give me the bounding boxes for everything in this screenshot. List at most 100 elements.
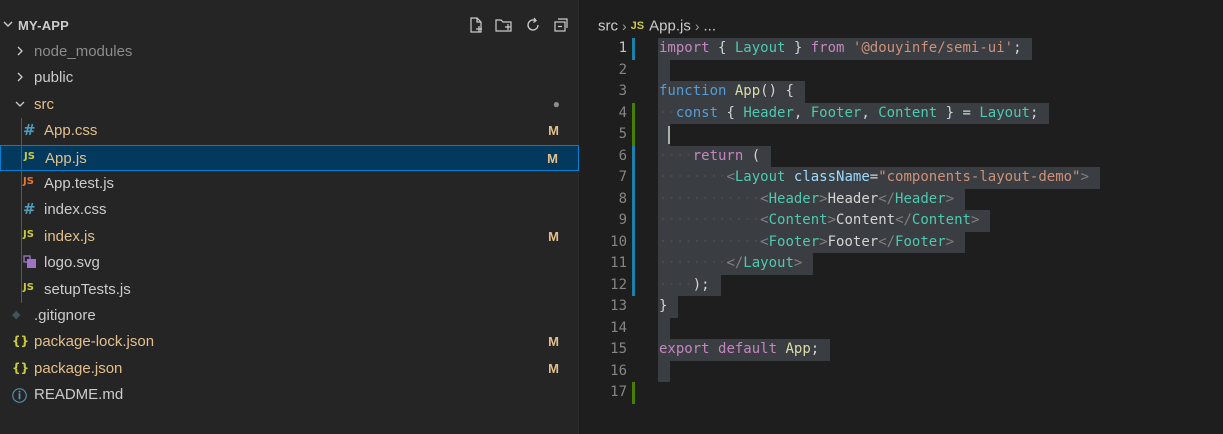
new-file-icon[interactable]: [466, 14, 486, 36]
code-token: ············: [659, 190, 761, 207]
breadcrumb: src › JS App.js ›...: [598, 17, 716, 37]
code-line[interactable]: 11 ········</Layout>: [580, 253, 1223, 275]
code-token: Layout: [979, 104, 1030, 121]
code-text: ········</Layout>: [659, 253, 802, 275]
tree-item-setuptests-js[interactable]: JS setupTests.js: [0, 277, 579, 303]
code-line[interactable]: 4 ··const { Header, Footer, Content } = L…: [580, 102, 1223, 125]
code-token: ············: [659, 233, 761, 250]
code-line[interactable]: 15 export default App;: [580, 339, 1223, 361]
code-line[interactable]: 9 ············<Content>Content</Content>: [580, 210, 1223, 232]
explorer-header[interactable]: MY-APP: [0, 12, 579, 38]
modified-line-marker[interactable]: [632, 167, 635, 189]
code-token: >: [1080, 169, 1089, 185]
code-line[interactable]: 17: [580, 382, 1223, 404]
code-token: >: [827, 212, 837, 228]
tree-item-package-json[interactable]: {} package.json M: [0, 356, 579, 382]
indent-guide: [21, 118, 22, 303]
tree-item-app-css[interactable]: # App.css M: [0, 118, 579, 144]
new-folder-icon[interactable]: [494, 14, 514, 36]
modified-line-marker[interactable]: [632, 210, 635, 232]
code-token: Footer: [895, 233, 946, 250]
chevron-right-icon[interactable]: [14, 44, 26, 58]
modified-line-marker[interactable]: [632, 38, 635, 60]
line-number: 10: [610, 233, 627, 250]
code-token: Header: [827, 190, 879, 207]
code-token: ;: [810, 341, 820, 357]
tree-item-src[interactable]: src ●: [0, 92, 579, 118]
chevron-down-icon[interactable]: [2, 18, 14, 33]
added-line-marker[interactable]: [632, 102, 635, 124]
tree-item-label: package-lock.json: [34, 333, 155, 351]
code-line[interactable]: 16: [580, 360, 1223, 382]
refresh-icon[interactable]: [523, 14, 543, 36]
code-line[interactable]: 5: [580, 124, 1223, 146]
tree-item-label: setupTests.js: [44, 280, 131, 298]
collapse-all-icon[interactable]: [551, 14, 571, 36]
modified-line-marker[interactable]: [632, 274, 635, 296]
code-token: Header: [768, 190, 820, 207]
tree-item-label: public: [34, 69, 74, 87]
code-token: App: [734, 83, 761, 99]
code-editor[interactable]: src › JS App.js ›... 1 import { Layout } from…: [580, 0, 1223, 434]
line-number: 15: [610, 341, 627, 357]
js-file-icon: JS: [23, 228, 34, 240]
code-line[interactable]: 1 import { Layout } from '@douyinfe/semi-…: [580, 38, 1223, 60]
code-token: >: [970, 212, 980, 228]
tree-item-public[interactable]: public: [0, 65, 579, 91]
code-token: </: [878, 190, 896, 207]
modified-line-marker[interactable]: [632, 188, 635, 210]
line-number: 4: [618, 104, 627, 121]
modified-line-marker[interactable]: [632, 231, 635, 253]
code-token: Footer: [827, 233, 879, 250]
tree-item-node-modules[interactable]: node_modules: [0, 39, 579, 65]
added-line-marker[interactable]: [632, 382, 635, 404]
tree-item-index-css[interactable]: # index.css: [0, 197, 579, 223]
code-token: =: [869, 169, 879, 185]
code-text: ········<Layout className="components-la…: [659, 167, 1089, 189]
tree-item-package-lock-json[interactable]: {} package-lock.json M: [0, 329, 579, 355]
modified-line-marker[interactable]: [632, 145, 635, 167]
tree-item-gitignore[interactable]: ◆ .gitignore: [0, 303, 579, 329]
code-token: <: [760, 190, 769, 207]
code-line[interactable]: 8 ············<Header>Header</Header>: [580, 188, 1223, 210]
code-line[interactable]: 3 function App() {: [580, 81, 1223, 103]
tree-item-logo-svg[interactable]: logo.svg: [0, 250, 579, 276]
added-line-marker[interactable]: [632, 124, 635, 146]
code-token: Header: [895, 190, 946, 207]
chevron-down-icon[interactable]: [14, 97, 26, 111]
line-number: 12: [610, 276, 627, 293]
code-line[interactable]: 10 ············<Footer>Footer</Footer>: [580, 231, 1223, 253]
tree-item-label: index.js: [44, 227, 95, 245]
tree-item-app-js[interactable]: JS App.js M: [0, 144, 579, 171]
code-line[interactable]: 7 ········<Layout className="components-l…: [580, 167, 1223, 189]
modified-badge: M: [547, 150, 558, 166]
code-token: App: [785, 341, 811, 357]
breadcrumb-file[interactable]: App.js: [649, 18, 691, 35]
code-text: ············<Content>Content</Content>: [659, 210, 979, 232]
js-file-icon: JS: [23, 281, 34, 293]
code-token: >: [945, 190, 955, 207]
code-line[interactable]: 14: [580, 317, 1223, 339]
css-file-icon: #: [23, 200, 36, 219]
tree-item-readme-md[interactable]: ⓘ README.md: [0, 382, 579, 408]
line-number: 2: [618, 61, 627, 78]
tree-item-index-js[interactable]: JS index.js M: [0, 224, 579, 250]
code-token: Layout: [734, 169, 786, 185]
code-line[interactable]: 12 ····);: [580, 274, 1223, 296]
code-line[interactable]: 13}: [580, 296, 1223, 318]
breadcrumb-symbols[interactable]: ...: [704, 18, 717, 35]
code-token: </: [895, 212, 912, 228]
code-line[interactable]: 2: [580, 59, 1223, 81]
breadcrumb-folder[interactable]: src: [598, 18, 618, 35]
chevron-right-icon[interactable]: [14, 70, 26, 84]
json-file-icon: {}: [12, 360, 30, 375]
tree-item-app-test-js[interactable]: JS App.test.js: [0, 171, 579, 197]
modified-badge: M: [548, 228, 559, 244]
code-token: >: [945, 233, 955, 250]
modified-line-marker[interactable]: [632, 253, 635, 275]
code-token: Header: [743, 104, 794, 121]
code-text: ··const { Header, Footer, Content } = La…: [659, 103, 1038, 125]
code-token: ;: [1013, 40, 1022, 56]
code-line[interactable]: 6 ····return (: [580, 145, 1223, 167]
